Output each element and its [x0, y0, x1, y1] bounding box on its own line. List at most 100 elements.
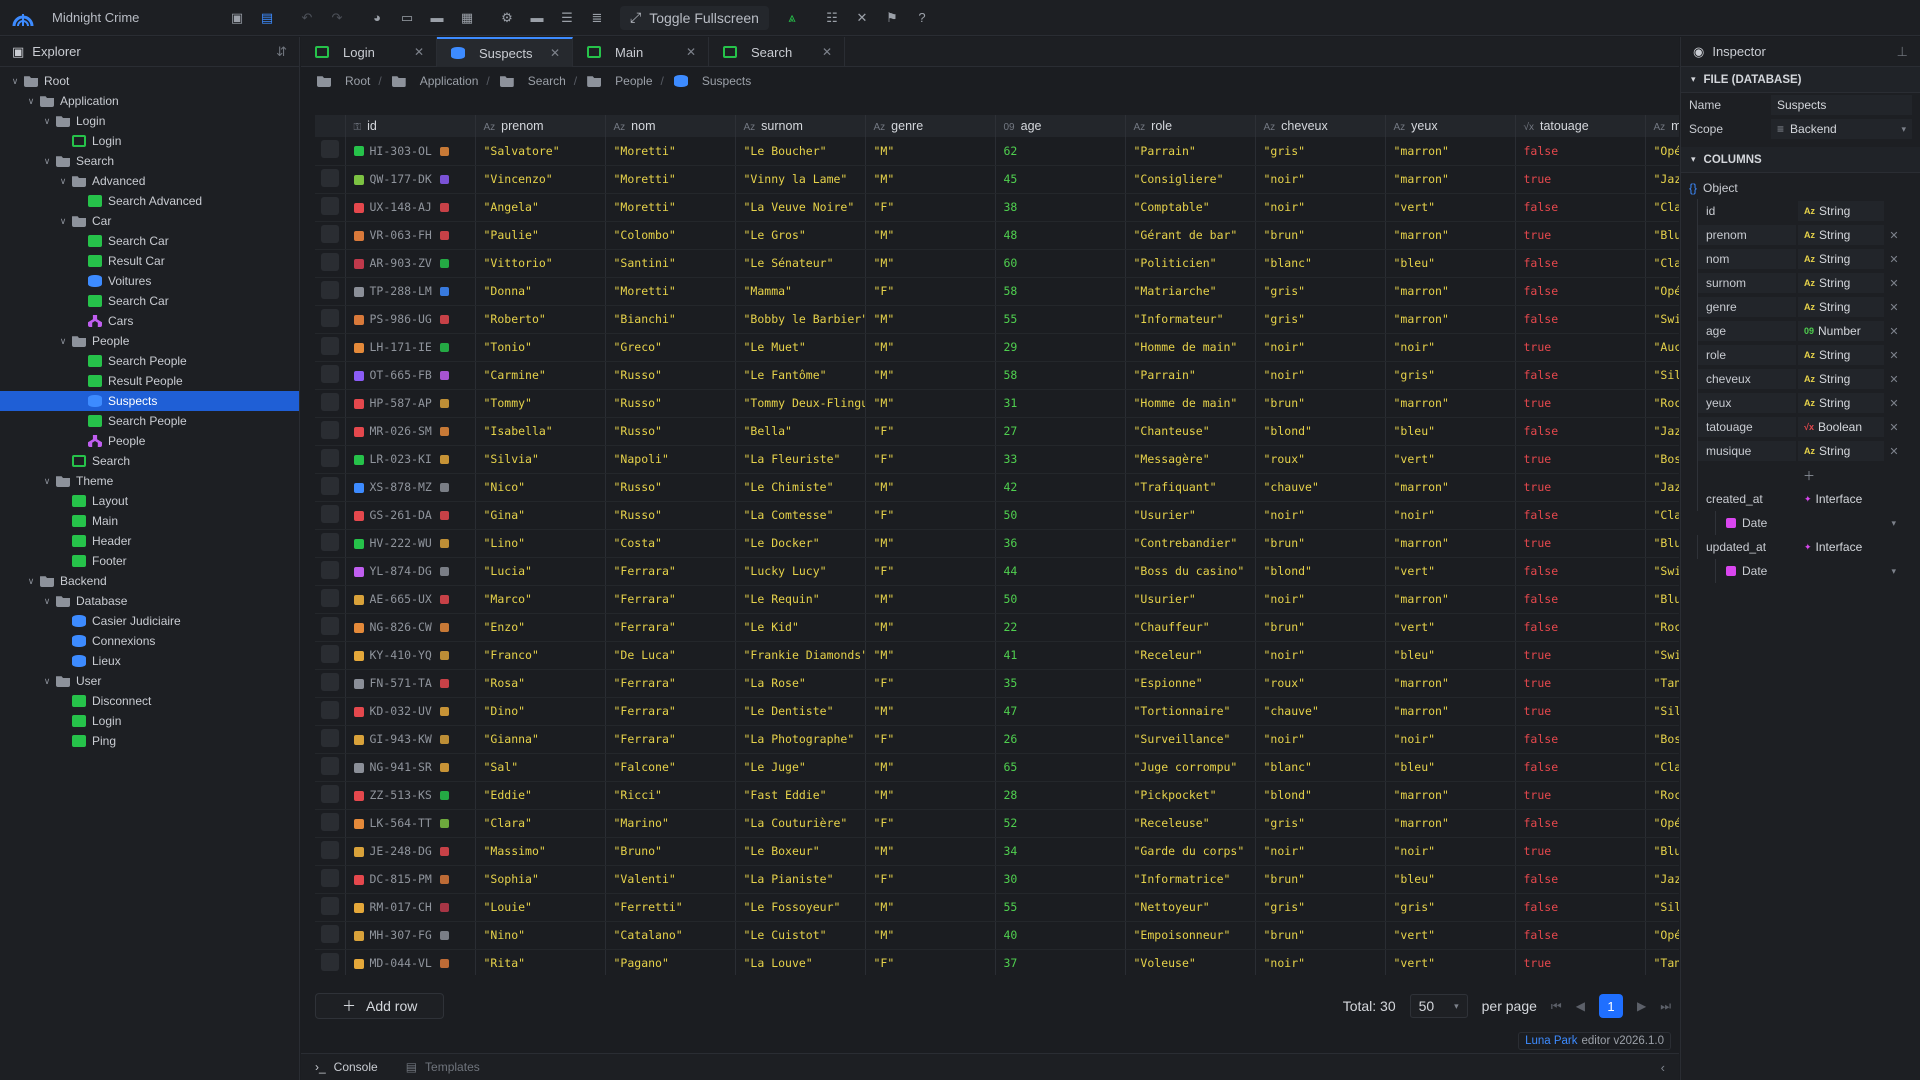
cell-id[interactable]: FN-571-TA [345, 669, 476, 698]
tree-item[interactable]: Voitures [0, 271, 299, 291]
cell-age[interactable]: 58 [995, 277, 1126, 306]
cell-age[interactable]: 65 [995, 753, 1126, 782]
checkbox[interactable] [320, 952, 339, 971]
cell-id[interactable]: HV-222-WU [345, 529, 476, 558]
tree-item[interactable]: People [0, 431, 299, 451]
cell-musique[interactable]: "Bossa Nova" [1645, 445, 1679, 474]
cell-surnom[interactable]: "Fast Eddie" [735, 781, 866, 810]
cell-role[interactable]: "Chauffeur" [1125, 613, 1256, 642]
cell-role[interactable]: "Homme de main" [1125, 389, 1256, 418]
cell-role[interactable]: "Parrain" [1125, 361, 1256, 390]
cell-id[interactable]: MR-026-SM [345, 417, 476, 446]
cell-musique[interactable]: "Tango" [1645, 669, 1679, 698]
column-header[interactable]: Azmusique [1645, 115, 1679, 137]
file-section-header[interactable]: ▾ FILE (DATABASE) [1681, 67, 1920, 93]
cell-role[interactable]: "Boss du casino" [1125, 557, 1256, 586]
cell-nom[interactable]: "Napoli" [605, 445, 736, 474]
cell-cheveux[interactable]: "noir" [1255, 501, 1386, 530]
column-name-input[interactable]: genre [1698, 297, 1796, 317]
cell-musique[interactable]: "Silence" [1645, 697, 1679, 726]
cell-yeux[interactable]: "bleu" [1385, 249, 1516, 278]
cell-age[interactable]: 52 [995, 809, 1126, 838]
cell-genre[interactable]: "F" [865, 277, 996, 306]
tree-item[interactable]: Disconnect [0, 691, 299, 711]
cell-nom[interactable]: "Costa" [605, 529, 736, 558]
checkbox[interactable] [320, 140, 339, 159]
row-select[interactable] [315, 557, 346, 586]
row-select[interactable] [315, 753, 346, 782]
cell-prenom[interactable]: "Lino" [475, 529, 606, 558]
cell-musique[interactable]: "Jazz" [1645, 473, 1679, 502]
cell-yeux[interactable]: "vert" [1385, 557, 1516, 586]
cell-role[interactable]: "Comptable" [1125, 193, 1256, 222]
cell-role[interactable]: "Homme de main" [1125, 333, 1256, 362]
cell-age[interactable]: 31 [995, 389, 1126, 418]
row-select[interactable] [315, 697, 346, 726]
cell-surnom[interactable]: "Le Kid" [735, 613, 866, 642]
row-select[interactable] [315, 361, 346, 390]
cell-yeux[interactable]: "vert" [1385, 445, 1516, 474]
cell-musique[interactable]: "Jazz" [1645, 417, 1679, 446]
tree-item[interactable]: Search People [0, 411, 299, 431]
gear-icon[interactable]: ⚙ [496, 7, 518, 29]
tab-search[interactable]: Search ✕ [709, 37, 845, 67]
cell-yeux[interactable]: "marron" [1385, 165, 1516, 194]
cell-nom[interactable]: "Ferretti" [605, 893, 736, 922]
remove-column-icon[interactable]: ✕ [1884, 445, 1904, 458]
table-row[interactable]: NG-941-SR "Sal" "Falcone" "Le Juge" "M" 65 "Ju… [315, 753, 1679, 782]
cell-tatouage[interactable]: true [1515, 837, 1646, 866]
cell-prenom[interactable]: "Enzo" [475, 613, 606, 642]
table-row[interactable]: LH-171-IE "Tonio" "Greco" "Le Muet" "M" 29 "Ho… [315, 333, 1679, 362]
cell-id[interactable]: NG-826-CW [345, 613, 476, 642]
cell-tatouage[interactable]: false [1515, 277, 1646, 306]
cell-yeux[interactable]: "marron" [1385, 669, 1516, 698]
deploy-icon[interactable]: ⩓ [781, 7, 803, 29]
cell-role[interactable]: "Usurier" [1125, 585, 1256, 614]
cell-role[interactable]: "Receleur" [1125, 641, 1256, 670]
cell-prenom[interactable]: "Donna" [475, 277, 606, 306]
cell-genre[interactable]: "M" [865, 389, 996, 418]
row-select[interactable] [315, 445, 346, 474]
cell-prenom[interactable]: "Gianna" [475, 725, 606, 754]
breadcrumb-item[interactable]: Application [420, 74, 479, 88]
cell-nom[interactable]: "Bianchi" [605, 305, 736, 334]
cell-age[interactable]: 62 [995, 137, 1126, 166]
checkbox[interactable] [320, 560, 339, 579]
checkbox[interactable] [320, 840, 339, 859]
cell-tatouage[interactable]: true [1515, 781, 1646, 810]
cell-prenom[interactable]: "Tommy" [475, 389, 606, 418]
cell-tatouage[interactable]: true [1515, 529, 1646, 558]
cell-genre[interactable]: "F" [865, 865, 996, 894]
cell-tatouage[interactable]: false [1515, 557, 1646, 586]
monitor-icon[interactable]: ▭ [396, 7, 418, 29]
cell-yeux[interactable]: "bleu" [1385, 641, 1516, 670]
cell-musique[interactable]: "Swing" [1645, 557, 1679, 586]
table-row[interactable]: PS-986-UG "Roberto" "Bianchi" "Bobby le Bar… [315, 305, 1679, 334]
cell-role[interactable]: "Informatrice" [1125, 865, 1256, 894]
table-row[interactable]: XS-878-MZ "Nico" "Russo" "Le Chimiste" "M" 42… [315, 473, 1679, 502]
row-select[interactable] [315, 529, 346, 558]
chevron-down-icon[interactable]: ∨ [24, 576, 38, 587]
cell-genre[interactable]: "M" [865, 697, 996, 726]
chevron-down-icon[interactable]: ∨ [40, 476, 54, 487]
remove-column-icon[interactable]: ✕ [1884, 301, 1904, 314]
row-select[interactable] [315, 249, 346, 278]
cell-genre[interactable]: "F" [865, 445, 996, 474]
cell-yeux[interactable]: "gris" [1385, 361, 1516, 390]
save-icon[interactable]: ▣ [226, 7, 248, 29]
cell-id[interactable]: KY-410-YQ [345, 641, 476, 670]
checkbox[interactable] [320, 280, 339, 299]
subtype-select[interactable]: Date ▾ [1716, 561, 1896, 581]
cell-musique[interactable]: "Classique" [1645, 249, 1679, 278]
tree-item[interactable]: Connexions [0, 631, 299, 651]
cell-id[interactable]: MH-307-FG [345, 921, 476, 950]
cell-id[interactable]: LK-564-TT [345, 809, 476, 838]
cell-role[interactable]: "Informateur" [1125, 305, 1256, 334]
cell-tatouage[interactable]: false [1515, 809, 1646, 838]
chevron-down-icon[interactable]: ∨ [56, 336, 70, 347]
column-header[interactable]: √x tatouage [1515, 115, 1646, 137]
cell-role[interactable]: "Pickpocket" [1125, 781, 1256, 810]
cell-cheveux[interactable]: "gris" [1255, 305, 1386, 334]
page-1-button[interactable]: 1 [1598, 994, 1623, 1018]
cell-id[interactable]: QW-177-DK [345, 165, 476, 194]
